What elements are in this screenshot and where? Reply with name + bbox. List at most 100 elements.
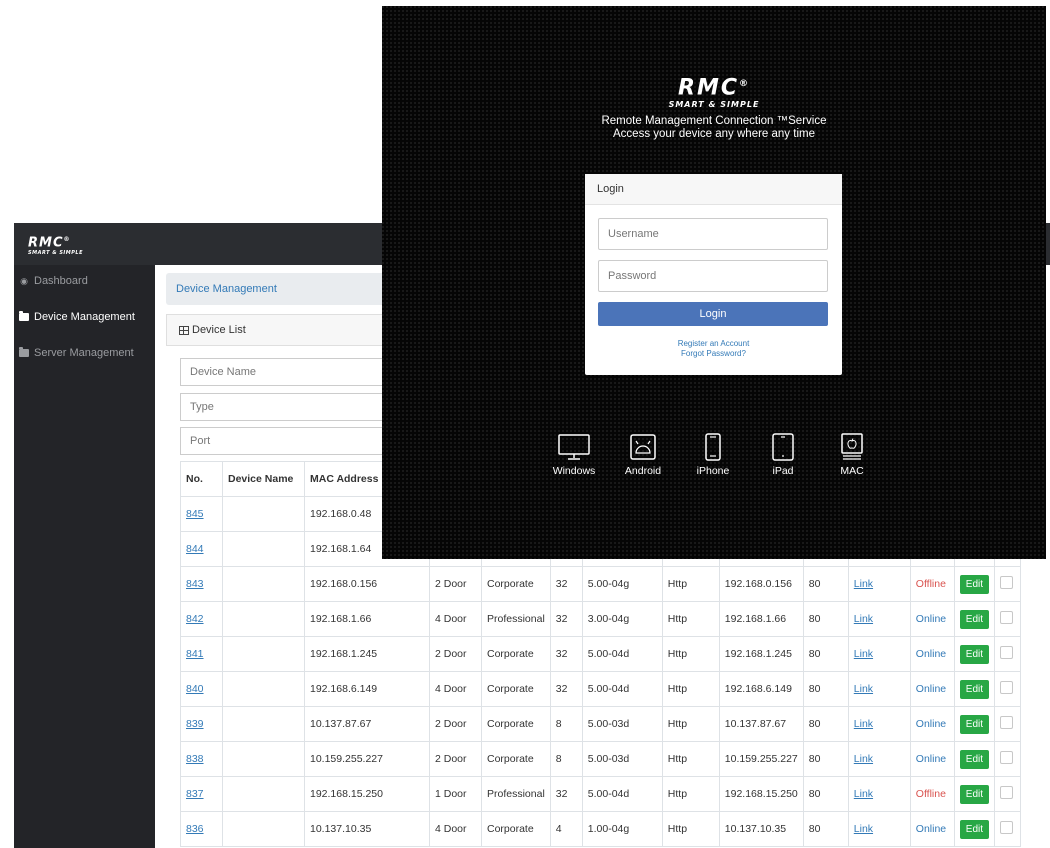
sidebar-item-dashboard[interactable]: ◉ Dashboard: [14, 271, 155, 291]
cell-name: [222, 636, 305, 672]
cell-ch: 32: [549, 776, 583, 812]
edit-button[interactable]: Edit: [959, 749, 990, 769]
forgot-password-link[interactable]: Forgot Password?: [585, 349, 842, 358]
cell-edit: Edit: [953, 741, 996, 777]
cell-port: 80: [802, 741, 849, 777]
cell-proto: Http: [661, 706, 720, 742]
col-header-no: No.: [180, 461, 223, 497]
device-web-link[interactable]: Link: [854, 823, 873, 835]
edit-button[interactable]: Edit: [959, 609, 990, 629]
cell-proto: Http: [661, 636, 720, 672]
device-number-link[interactable]: 843: [186, 578, 204, 590]
table-row: 838 10.159.255.227 2 Door Corporate 8 5.00-03…: [180, 741, 1022, 777]
edit-button[interactable]: Edit: [959, 574, 990, 594]
login-card: Login Username Password Login Register a…: [585, 174, 842, 375]
cell-edition: Corporate: [481, 741, 551, 777]
cell-edit: Edit: [953, 601, 996, 637]
cell-ver: 5.00-04d: [581, 776, 663, 812]
folder-icon: [19, 311, 29, 321]
cell-port: 80: [802, 671, 849, 707]
row-checkbox[interactable]: [1000, 716, 1014, 729]
device-number-link[interactable]: 837: [186, 788, 204, 800]
cell-no[interactable]: 837: [180, 776, 223, 812]
cell-link: Link: [847, 671, 911, 707]
cell-no[interactable]: 845: [180, 496, 223, 532]
device-number-link[interactable]: 842: [186, 613, 204, 625]
tablet-icon: [772, 433, 794, 461]
cell-edit: Edit: [953, 706, 996, 742]
cell-name: [222, 496, 305, 532]
cell-link: Link: [847, 741, 911, 777]
cell-no[interactable]: 844: [180, 531, 223, 567]
device-number-link[interactable]: 836: [186, 823, 204, 835]
cell-select: [994, 706, 1022, 742]
cell-ip: 192.168.1.245: [718, 636, 804, 672]
device-web-link[interactable]: Link: [854, 753, 873, 765]
status-badge: Offline: [909, 776, 955, 812]
table-row: 841 192.168.1.245 2 Door Corporate 32 5.00-04…: [180, 636, 1022, 672]
row-checkbox[interactable]: [1000, 821, 1014, 834]
row-checkbox[interactable]: [1000, 646, 1014, 659]
platform-android[interactable]: Android: [613, 433, 673, 477]
sidebar: ◉ Dashboard Device Management Server Man…: [14, 265, 155, 848]
device-web-link[interactable]: Link: [854, 683, 873, 695]
cell-ip: 192.168.15.250: [718, 776, 804, 812]
cell-no[interactable]: 843: [180, 566, 223, 602]
cell-ver: 1.00-04g: [581, 811, 663, 847]
sidebar-item-device-management[interactable]: Device Management: [14, 307, 155, 327]
edit-button[interactable]: Edit: [959, 819, 990, 839]
platform-windows[interactable]: Windows: [544, 433, 604, 477]
cell-edition: Corporate: [481, 706, 551, 742]
device-web-link[interactable]: Link: [854, 578, 873, 590]
device-web-link[interactable]: Link: [854, 718, 873, 730]
row-checkbox[interactable]: [1000, 681, 1014, 694]
cell-no[interactable]: 839: [180, 706, 223, 742]
cell-no[interactable]: 838: [180, 741, 223, 777]
edit-button[interactable]: Edit: [959, 644, 990, 664]
cell-no[interactable]: 841: [180, 636, 223, 672]
device-web-link[interactable]: Link: [854, 613, 873, 625]
platform-iphone[interactable]: iPhone: [683, 433, 743, 477]
cell-name: [222, 776, 305, 812]
password-input[interactable]: Password: [598, 260, 828, 292]
platform-ipad[interactable]: iPad: [753, 433, 813, 477]
row-checkbox[interactable]: [1000, 786, 1014, 799]
cell-link: Link: [847, 601, 911, 637]
cell-ip: 10.137.10.35: [718, 811, 804, 847]
row-checkbox[interactable]: [1000, 751, 1014, 764]
device-web-link[interactable]: Link: [854, 648, 873, 660]
sidebar-item-server-management[interactable]: Server Management: [14, 343, 155, 363]
row-checkbox[interactable]: [1000, 576, 1014, 589]
device-number-link[interactable]: 839: [186, 718, 204, 730]
register-link[interactable]: Register an Account: [585, 339, 842, 348]
cell-ip: 192.168.6.149: [718, 671, 804, 707]
username-input[interactable]: Username: [598, 218, 828, 250]
table-row: 843 192.168.0.156 2 Door Corporate 32 5.00-04…: [180, 566, 1022, 602]
cell-mac: 10.159.255.227: [304, 741, 430, 777]
cell-edit: Edit: [953, 566, 996, 602]
cell-no[interactable]: 840: [180, 671, 223, 707]
cell-select: [994, 741, 1022, 777]
cell-port: 80: [802, 566, 849, 602]
device-number-link[interactable]: 838: [186, 753, 204, 765]
apple-icon: [841, 433, 863, 460]
device-web-link[interactable]: Link: [854, 788, 873, 800]
login-button[interactable]: Login: [598, 302, 828, 326]
cell-link: Link: [847, 811, 911, 847]
cell-proto: Http: [661, 601, 720, 637]
cell-ver: 5.00-03d: [581, 741, 663, 777]
cell-no[interactable]: 836: [180, 811, 223, 847]
status-badge: Online: [909, 741, 955, 777]
cell-mac: 192.168.0.156: [304, 566, 430, 602]
device-number-link[interactable]: 845: [186, 508, 204, 520]
edit-button[interactable]: Edit: [959, 679, 990, 699]
cell-no[interactable]: 842: [180, 601, 223, 637]
edit-button[interactable]: Edit: [959, 784, 990, 804]
row-checkbox[interactable]: [1000, 611, 1014, 624]
breadcrumb-device-management[interactable]: Device Management: [176, 283, 277, 295]
device-number-link[interactable]: 841: [186, 648, 204, 660]
edit-button[interactable]: Edit: [959, 714, 990, 734]
platform-mac[interactable]: MAC: [822, 433, 882, 477]
device-number-link[interactable]: 844: [186, 543, 204, 555]
device-number-link[interactable]: 840: [186, 683, 204, 695]
